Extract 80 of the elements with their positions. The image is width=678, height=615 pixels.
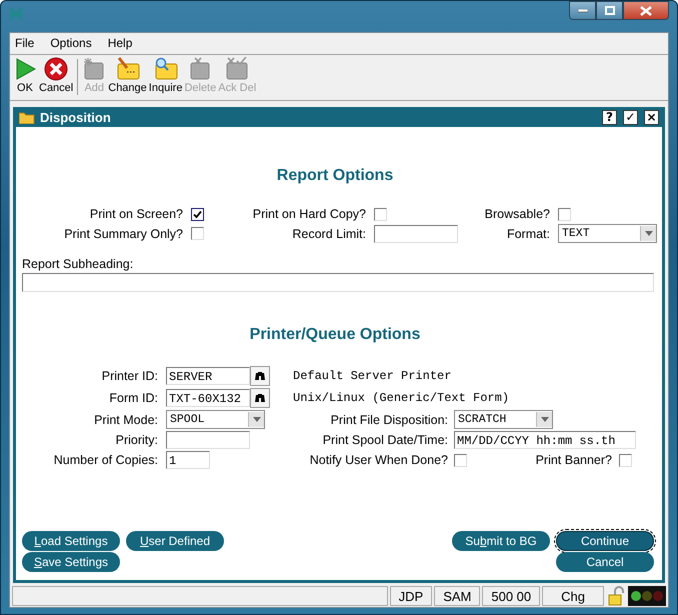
input-field[interactable]: SERVER bbox=[166, 367, 250, 385]
checkbox[interactable] bbox=[191, 208, 204, 220]
field-label: Notify User When Done? bbox=[308, 453, 449, 467]
status-field: 500 00 bbox=[482, 586, 540, 606]
edit-note-icon bbox=[114, 57, 141, 81]
status-field: JDP bbox=[390, 586, 432, 606]
dropdown[interactable]: TEXT bbox=[558, 224, 657, 243]
add-note-icon bbox=[82, 57, 106, 81]
dropdown[interactable]: SPOOL bbox=[166, 410, 265, 429]
dropdown-arrow-icon bbox=[644, 231, 652, 236]
input-field[interactable]: 1 bbox=[166, 451, 210, 469]
field-label: Print Mode: bbox=[93, 412, 159, 426]
panel-control-button[interactable]: ? bbox=[602, 110, 617, 124]
action-button[interactable]: User Defined bbox=[126, 531, 224, 551]
checkbox[interactable] bbox=[558, 208, 571, 220]
binoculars-icon bbox=[254, 371, 266, 381]
field-label: Print File Disposition: bbox=[330, 412, 449, 426]
status-field: SAM bbox=[434, 586, 480, 606]
close-icon bbox=[640, 6, 652, 16]
checkbox[interactable] bbox=[374, 208, 387, 220]
menu-item[interactable]: File bbox=[14, 35, 36, 51]
field-label: Priority: bbox=[114, 433, 159, 447]
input-field[interactable] bbox=[22, 273, 654, 292]
dropdown[interactable]: SCRATCH bbox=[454, 410, 553, 429]
field-label: Record Limit: bbox=[291, 226, 367, 240]
app-logo-icon bbox=[9, 8, 23, 20]
dropdown-arrow-icon bbox=[540, 417, 548, 422]
padlock-icon bbox=[606, 586, 626, 606]
menu-item[interactable]: Help bbox=[106, 35, 134, 51]
minimize-icon bbox=[578, 8, 588, 12]
maximize-button[interactable] bbox=[596, 1, 623, 20]
section-heading: Report Options bbox=[276, 167, 394, 185]
field-label: Format: bbox=[506, 226, 551, 240]
section-heading: Printer/Queue Options bbox=[248, 326, 422, 344]
input-field[interactable] bbox=[374, 224, 458, 242]
panel-control-button[interactable]: ✓ bbox=[623, 110, 638, 124]
field-label: Browsable? bbox=[484, 207, 551, 221]
field-label: Number of Copies: bbox=[52, 453, 159, 467]
input-field[interactable]: TXT-60X132 bbox=[166, 389, 250, 407]
maximize-icon bbox=[604, 6, 614, 15]
status-lights-drawing bbox=[628, 586, 666, 606]
toolbar-button[interactable]: OK bbox=[12, 57, 38, 94]
close-button[interactable] bbox=[623, 1, 669, 20]
action-button[interactable]: Continue bbox=[556, 531, 654, 551]
minimize-button[interactable] bbox=[569, 1, 596, 20]
lookup-button[interactable] bbox=[250, 366, 270, 386]
acknowledge-note-icon bbox=[224, 57, 250, 81]
status-field: Chg bbox=[542, 586, 604, 606]
field-label: Report Subheading: bbox=[22, 257, 134, 271]
panel-control-button[interactable]: × bbox=[644, 110, 659, 124]
toolbar-button[interactable]: Cancel bbox=[38, 57, 74, 94]
binoculars-icon bbox=[254, 393, 266, 403]
search-note-icon bbox=[152, 57, 179, 81]
field-label: Printer ID: bbox=[100, 369, 159, 383]
action-button[interactable]: Cancel bbox=[556, 552, 654, 572]
field-label: Print Spool Date/Time: bbox=[322, 433, 449, 447]
panel-title: Disposition bbox=[40, 110, 112, 124]
lookup-button[interactable] bbox=[250, 388, 270, 408]
toolbar-button[interactable]: Change bbox=[107, 57, 148, 94]
dropdown-arrow-icon bbox=[252, 417, 260, 422]
checkbox[interactable] bbox=[191, 227, 204, 240]
field-label: Form ID: bbox=[108, 391, 159, 405]
checkbox[interactable] bbox=[619, 454, 632, 466]
menu-item[interactable]: Options bbox=[49, 35, 93, 51]
field-label: Print Banner? bbox=[536, 453, 613, 467]
delete-note-icon bbox=[188, 57, 212, 81]
folder-icon bbox=[19, 110, 35, 124]
input-field[interactable] bbox=[166, 431, 250, 449]
action-button[interactable]: Save Settings bbox=[22, 552, 120, 572]
checkbox[interactable] bbox=[454, 454, 467, 466]
field-label: Print on Screen? bbox=[88, 207, 184, 221]
field-label: Print on Hard Copy? bbox=[252, 207, 367, 221]
input-field[interactable]: MM/DD/CCYY hh:mm ss.th bbox=[454, 431, 636, 449]
action-button[interactable]: Load Settings bbox=[22, 531, 120, 551]
form-description: Unix/Linux (Generic/Text Form) bbox=[293, 391, 510, 405]
toolbar-button[interactable]: Inquire bbox=[148, 57, 184, 94]
action-button[interactable]: Submit to BG bbox=[452, 531, 550, 551]
close-icon bbox=[44, 57, 68, 81]
field-label: Print Summary Only? bbox=[63, 226, 184, 240]
printer-description: Default Server Printer bbox=[293, 369, 452, 383]
